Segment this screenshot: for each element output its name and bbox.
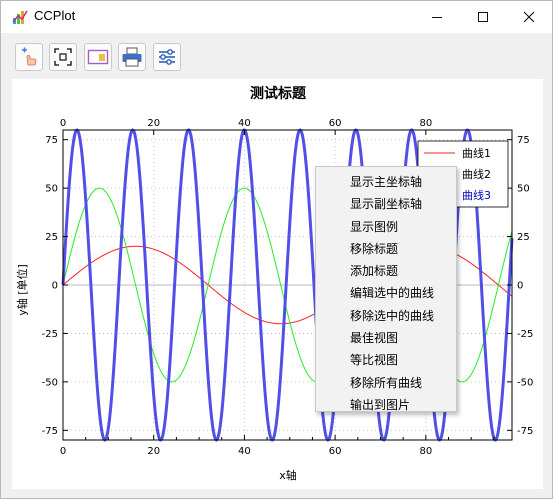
- legend-label-2: 曲线2: [462, 167, 491, 181]
- menu-item-add-title[interactable]: 添加标题: [316, 260, 456, 282]
- menu-item-remove-selected-curve[interactable]: 移除选中的曲线: [316, 305, 456, 327]
- menu-item-show-primary-axis[interactable]: 显示主坐标轴: [316, 171, 456, 193]
- y-tick-label-right-0: 75: [517, 135, 530, 146]
- settings-sliders-icon: [159, 49, 175, 65]
- y-tick-label-right-1: 50: [517, 184, 530, 195]
- app-logo-icon: [12, 10, 28, 24]
- zoom-fit-button[interactable]: [49, 43, 77, 71]
- minimize-icon: [432, 17, 442, 18]
- y-axis-label: y轴 [单位]: [15, 264, 29, 316]
- view-panel-button[interactable]: [84, 43, 112, 71]
- legend-label-1: 曲线1: [462, 146, 491, 160]
- window-title: CCPlot: [34, 8, 76, 23]
- view-panel-icon: [87, 49, 109, 65]
- menu-item-remove-all-curves[interactable]: 移除所有曲线: [316, 372, 456, 394]
- y-tick-label-left-1: 50: [45, 184, 58, 195]
- chart-title: 测试标题: [250, 85, 307, 102]
- y-tick-label-right-2: 25: [517, 232, 530, 243]
- settings-button[interactable]: [153, 43, 181, 71]
- x-axis-label: x轴: [279, 468, 297, 482]
- x-tick-label-bottom-3: 60: [329, 446, 342, 457]
- x-tick-label-bottom-4: 80: [419, 446, 432, 457]
- maximize-icon: [478, 12, 488, 22]
- maximize-button[interactable]: [460, 1, 506, 33]
- y-tick-label-left-2: 25: [45, 232, 58, 243]
- x-tick-label-top-2: 40: [238, 118, 251, 129]
- zoom-fit-icon: [54, 48, 72, 66]
- y-tick-label-right-5: -50: [517, 377, 533, 388]
- plot-area[interactable]: 测试标题 0 0 20 20 40 40 60 60 80 80 75 75 50 50 25 25 0 0 -25…: [12, 79, 543, 489]
- x-tick-label-bottom-0: 0: [60, 446, 66, 457]
- close-button[interactable]: [506, 1, 552, 33]
- printer-icon: [122, 47, 142, 67]
- y-tick-label-left-0: 75: [45, 135, 58, 146]
- toolbar: [1, 33, 552, 79]
- x-tick-label-top-4: 80: [419, 118, 432, 129]
- context-menu: 显示主坐标轴 显示副坐标轴 显示图例 移除标题 添加标题 编辑选中的曲线 移除选…: [315, 166, 457, 412]
- chart[interactable]: 测试标题 0 0 20 20 40 40 60 60 80 80 75 75 50 50 25 25 0 0 -25…: [12, 79, 543, 489]
- y-tick-label-left-4: -25: [42, 329, 58, 340]
- app-window: CCPlot 测试标题 0 0 20 20 40 40 60 60 80 80 …: [0, 0, 553, 499]
- menu-item-edit-selected-curve[interactable]: 编辑选中的曲线: [316, 282, 456, 304]
- y-tick-label-left-5: -50: [42, 377, 58, 388]
- menu-item-show-legend[interactable]: 显示图例: [316, 216, 456, 238]
- y-tick-label-left-6: -75: [42, 426, 58, 437]
- pointer-tool-icon: [22, 47, 37, 66]
- y-tick-label-right-4: -25: [517, 329, 533, 340]
- title-bar: CCPlot: [1, 1, 552, 33]
- menu-item-remove-title[interactable]: 移除标题: [316, 238, 456, 260]
- x-tick-label-bottom-2: 40: [238, 446, 251, 457]
- menu-item-best-view[interactable]: 最佳视图: [316, 327, 456, 349]
- y-tick-label-left-3: 0: [52, 281, 58, 292]
- legend-label-3: 曲线3: [462, 188, 491, 202]
- x-tick-label-top-0: 0: [60, 118, 66, 129]
- menu-item-export-image[interactable]: 输出到图片: [316, 394, 456, 416]
- y-tick-label-right-3: 0: [517, 281, 523, 292]
- print-button[interactable]: [118, 43, 146, 71]
- close-icon: [523, 11, 535, 23]
- x-tick-label-top-3: 60: [329, 118, 342, 129]
- pointer-tool-button[interactable]: [15, 43, 43, 71]
- minimize-button[interactable]: [414, 1, 460, 33]
- x-tick-label-top-1: 20: [147, 118, 160, 129]
- y-tick-label-right-6: -75: [517, 426, 533, 437]
- menu-item-show-secondary-axis[interactable]: 显示副坐标轴: [316, 193, 456, 215]
- x-tick-label-bottom-1: 20: [147, 446, 160, 457]
- menu-item-equal-ratio-view[interactable]: 等比视图: [316, 349, 456, 371]
